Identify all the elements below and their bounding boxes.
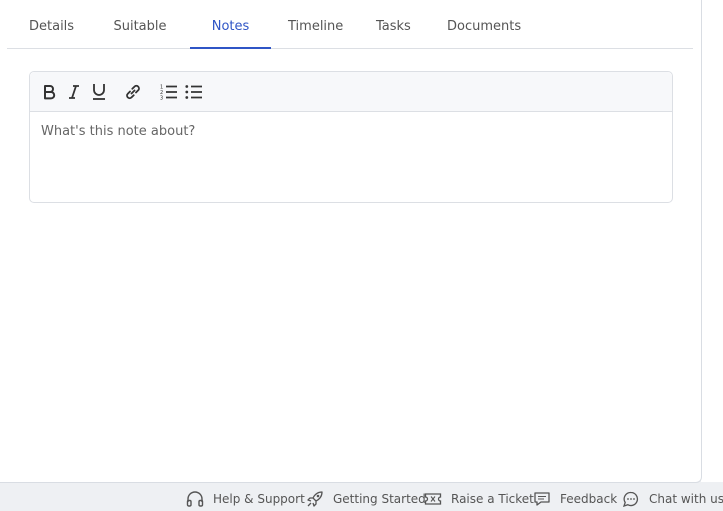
tab-details[interactable]: Details (29, 0, 74, 48)
link-icon[interactable] (122, 81, 144, 103)
ticket-icon (424, 493, 442, 505)
support-footer: Help & Support Getting Started Raise a T… (0, 486, 723, 511)
getting-started-link[interactable]: Getting Started (306, 489, 426, 509)
tab-documents[interactable]: Documents (447, 0, 521, 48)
raise-ticket-label: Raise a Ticket (451, 492, 534, 506)
raise-ticket-link[interactable]: Raise a Ticket (424, 489, 534, 509)
note-editor: 123 What's this note about? (29, 71, 673, 203)
headphones-icon (186, 491, 204, 507)
help-support-link[interactable]: Help & Support (186, 489, 305, 509)
rocket-icon (307, 491, 323, 507)
bullet-list-icon[interactable] (183, 81, 205, 103)
help-support-label: Help & Support (213, 492, 305, 506)
tab-tasks[interactable]: Tasks (376, 0, 411, 48)
right-gutter (701, 0, 723, 482)
italic-icon[interactable] (63, 81, 85, 103)
ordered-list-icon[interactable]: 123 (158, 81, 180, 103)
note-input[interactable]: What's this note about? (30, 112, 672, 202)
getting-started-label: Getting Started (333, 492, 426, 506)
svg-text:3: 3 (160, 96, 163, 101)
tab-timeline[interactable]: Timeline (288, 0, 343, 48)
bold-icon[interactable] (38, 81, 60, 103)
feedback-link[interactable]: Feedback (533, 489, 617, 509)
feedback-label: Feedback (560, 492, 618, 506)
notes-panel: Details Suitable Jobs Notes Timeline Tas… (0, 0, 702, 483)
feedback-icon (534, 492, 550, 506)
chat-link[interactable]: Chat with us (622, 489, 723, 509)
chat-icon (622, 491, 639, 507)
chat-label: Chat with us (649, 492, 723, 506)
tab-suitable-jobs[interactable]: Suitable Jobs (103, 0, 177, 88)
underline-icon[interactable] (88, 81, 110, 103)
editor-toolbar: 123 (30, 72, 672, 112)
tab-bar: Details Suitable Jobs Notes Timeline Tas… (7, 0, 693, 88)
tab-notes[interactable]: Notes (190, 0, 271, 49)
